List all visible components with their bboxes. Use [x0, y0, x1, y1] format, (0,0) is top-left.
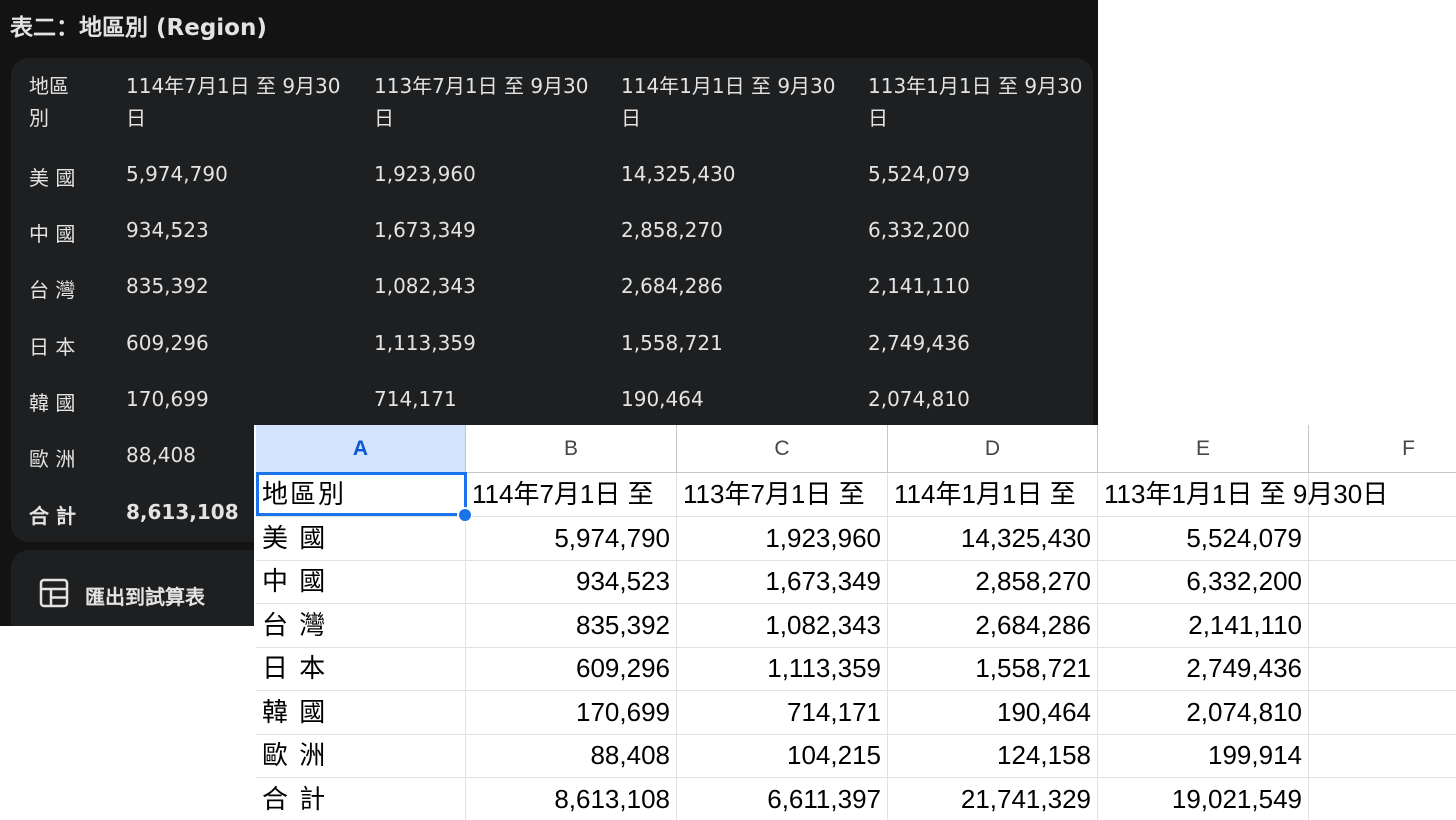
dark-value-cell: 934,523 [126, 218, 209, 242]
sheet-cell-a7[interactable]: 歐 洲 [256, 734, 466, 778]
sheet-cell-d6[interactable]: 190,464 [888, 690, 1098, 735]
sheet-header-cell-d1[interactable]: 114年1月1日 至 [888, 473, 1098, 517]
table-grid-icon [39, 578, 69, 608]
sheet-cell-f2[interactable] [1309, 517, 1456, 561]
dark-header-period: 114年7月1日 至 9月30 日 [126, 74, 341, 130]
sheet-cell-e6[interactable]: 2,074,810 [1098, 690, 1309, 735]
sheet-cell-d3[interactable]: 2,858,270 [888, 560, 1098, 604]
sheet-cell-e5[interactable]: 2,749,436 [1098, 647, 1309, 691]
dark-region-label: 中 國 [29, 222, 76, 246]
dark-region-label: 韓 國 [29, 391, 76, 415]
sheet-cell-d5[interactable]: 1,558,721 [888, 647, 1098, 691]
sheet-cell-d8[interactable]: 21,741,329 [888, 777, 1098, 820]
sheet-cell-b2[interactable]: 5,974,790 [466, 516, 677, 561]
dark-value-cell: 2,141,110 [868, 274, 970, 298]
sheet-cell-e8[interactable]: 19,021,549 [1098, 777, 1309, 820]
sheet-header-cell-f1[interactable] [1309, 473, 1456, 517]
sheet-cell-f4[interactable] [1309, 604, 1456, 648]
dark-value-cell: 8,613,108 [126, 500, 239, 524]
dark-value-cell: 1,113,359 [374, 331, 476, 355]
dark-value-cell: 714,171 [374, 387, 457, 411]
sheet-cell-f8[interactable] [1309, 778, 1456, 820]
dark-value-cell: 190,464 [621, 387, 704, 411]
dark-header-period: 114年1月1日 至 9月30 日 [621, 74, 836, 130]
dark-header-period: 113年7月1日 至 9月30 日 [374, 74, 589, 130]
sheet-cell-c5[interactable]: 1,113,359 [677, 647, 888, 691]
sheet-cell-b4[interactable]: 835,392 [466, 603, 677, 648]
dark-value-cell: 1,082,343 [374, 274, 476, 298]
sheet-cell-e7[interactable]: 199,914 [1098, 734, 1309, 778]
dark-value-cell: 2,749,436 [868, 331, 970, 355]
dark-region-label: 合 計 [29, 504, 76, 528]
sheet-cell-c8[interactable]: 6,611,397 [677, 777, 888, 820]
sheet-cell-b3[interactable]: 934,523 [466, 560, 677, 604]
dark-value-cell: 2,074,810 [868, 387, 970, 411]
dark-value-cell: 5,974,790 [126, 162, 228, 186]
sheet-cell-a6[interactable]: 韓 國 [256, 690, 466, 735]
sheet-header-cell-e1[interactable]: 113年1月1日 至 9月30日 [1098, 473, 1388, 517]
sheet-cell-b8[interactable]: 8,613,108 [466, 777, 677, 820]
sheet-cell-a8[interactable]: 合 計 [256, 777, 466, 820]
sheet-cell-a4[interactable]: 台 灣 [256, 603, 466, 648]
sheet-cell-a5[interactable]: 日 本 [256, 647, 466, 691]
dark-region-label: 日 本 [29, 335, 76, 359]
table-title: 表二：地區別 (Region) [10, 15, 267, 41]
dark-value-cell: 170,699 [126, 387, 209, 411]
dark-value-cell: 2,858,270 [621, 218, 723, 242]
column-header-f[interactable]: F [1309, 425, 1456, 473]
dark-region-label: 美 國 [29, 166, 76, 190]
sheet-cell-d2[interactable]: 14,325,430 [888, 516, 1098, 561]
dark-value-cell: 1,673,349 [374, 218, 476, 242]
column-header-d[interactable]: D [888, 425, 1098, 473]
sheet-cell-c3[interactable]: 1,673,349 [677, 560, 888, 604]
dark-value-cell: 5,524,079 [868, 162, 970, 186]
sheet-cell-a3[interactable]: 中 國 [256, 560, 466, 604]
sheet-cell-f7[interactable] [1309, 734, 1456, 778]
sheet-cell-d4[interactable]: 2,684,286 [888, 603, 1098, 648]
dark-value-cell: 835,392 [126, 274, 209, 298]
sheet-cell-f3[interactable] [1309, 560, 1456, 604]
sheet-cell-b5[interactable]: 609,296 [466, 647, 677, 691]
sheet-cell-b7[interactable]: 88,408 [466, 734, 677, 778]
sheet-cell-c2[interactable]: 1,923,960 [677, 516, 888, 561]
dark-value-cell: 88,408 [126, 443, 196, 467]
sheet-cell-a2[interactable]: 美 國 [256, 516, 466, 561]
dark-value-cell: 1,923,960 [374, 162, 476, 186]
column-header-e[interactable]: E [1098, 425, 1309, 473]
sheet-cell-c6[interactable]: 714,171 [677, 690, 888, 735]
dark-header-period: 113年1月1日 至 9月30 日 [868, 74, 1083, 130]
sheet-cell-f5[interactable] [1309, 647, 1456, 691]
sheet-cell-f6[interactable] [1309, 691, 1456, 735]
sheet-header-cell-b1[interactable]: 114年7月1日 至 [466, 473, 677, 517]
fill-handle[interactable] [457, 507, 473, 523]
dark-value-cell: 14,325,430 [621, 162, 736, 186]
sheet-cell-d7[interactable]: 124,158 [888, 734, 1098, 778]
sheet-header-cell-c1[interactable]: 113年7月1日 至 [677, 473, 888, 517]
dark-value-cell: 1,558,721 [621, 331, 723, 355]
column-header-a[interactable]: A [256, 425, 466, 473]
dark-region-label: 歐 洲 [29, 447, 76, 471]
sheet-cell-c4[interactable]: 1,082,343 [677, 603, 888, 648]
sheet-cell-c7[interactable]: 104,215 [677, 734, 888, 778]
dark-value-cell: 2,684,286 [621, 274, 723, 298]
sheet-header-cell-a1[interactable]: 地區別 [256, 473, 466, 517]
dark-value-cell: 6,332,200 [868, 218, 970, 242]
column-header-b[interactable]: B [466, 425, 677, 473]
sheet-cell-e3[interactable]: 6,332,200 [1098, 560, 1309, 604]
dark-value-cell: 609,296 [126, 331, 209, 355]
column-header-c[interactable]: C [677, 425, 888, 473]
dark-header-region: 地區 別 [29, 74, 69, 130]
export-label: 匯出到試算表 [85, 585, 205, 609]
sheet-cell-e2[interactable]: 5,524,079 [1098, 516, 1309, 561]
sheet-cell-e4[interactable]: 2,141,110 [1098, 603, 1309, 648]
sheet-cell-b6[interactable]: 170,699 [466, 690, 677, 735]
dark-region-label: 台 灣 [29, 278, 76, 302]
spreadsheet-grid[interactable]: A B C D E F 地區別 114年7月1日 至 113年7月1日 至 114年1月1日 至1… [254, 425, 1456, 820]
